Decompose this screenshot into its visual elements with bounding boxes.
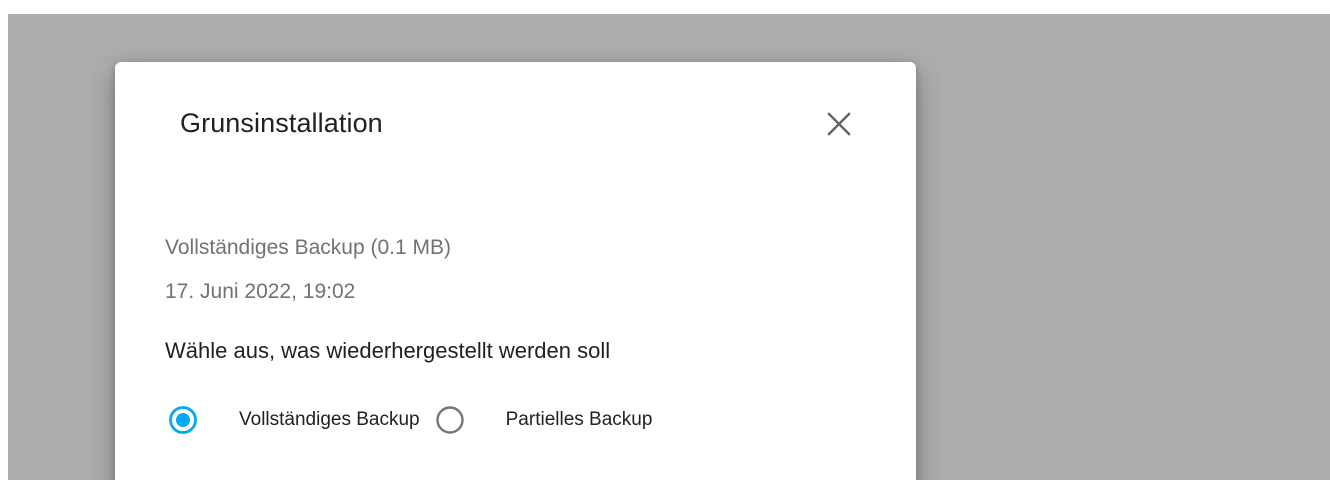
radio-label-partial-backup: Partielles Backup bbox=[505, 409, 653, 430]
dialog-title: Grunsinstallation bbox=[180, 108, 383, 138]
restore-prompt: Wähle aus, was wiederhergestellt werden … bbox=[165, 338, 611, 363]
backup-date: 17. Juni 2022, 19:02 bbox=[165, 280, 356, 303]
radio-option-partial-backup[interactable]: Partielles Backup bbox=[430, 400, 653, 440]
radio-selected-icon[interactable] bbox=[163, 400, 203, 440]
close-icon bbox=[827, 112, 851, 136]
screen: Grunsinstallation Vollständiges Backup (… bbox=[0, 0, 1330, 480]
radio-unselected-icon[interactable] bbox=[430, 400, 470, 440]
restore-backup-dialog: Grunsinstallation Vollständiges Backup (… bbox=[115, 62, 916, 480]
backup-type-size: Vollständiges Backup (0.1 MB) bbox=[165, 236, 451, 259]
restore-type-radio-group: Vollständiges Backup Partielles Backup bbox=[163, 398, 652, 442]
close-button[interactable] bbox=[819, 104, 859, 144]
radio-label-full-backup: Vollständiges Backup bbox=[239, 409, 420, 430]
radio-option-full-backup[interactable]: Vollständiges Backup bbox=[163, 400, 420, 440]
